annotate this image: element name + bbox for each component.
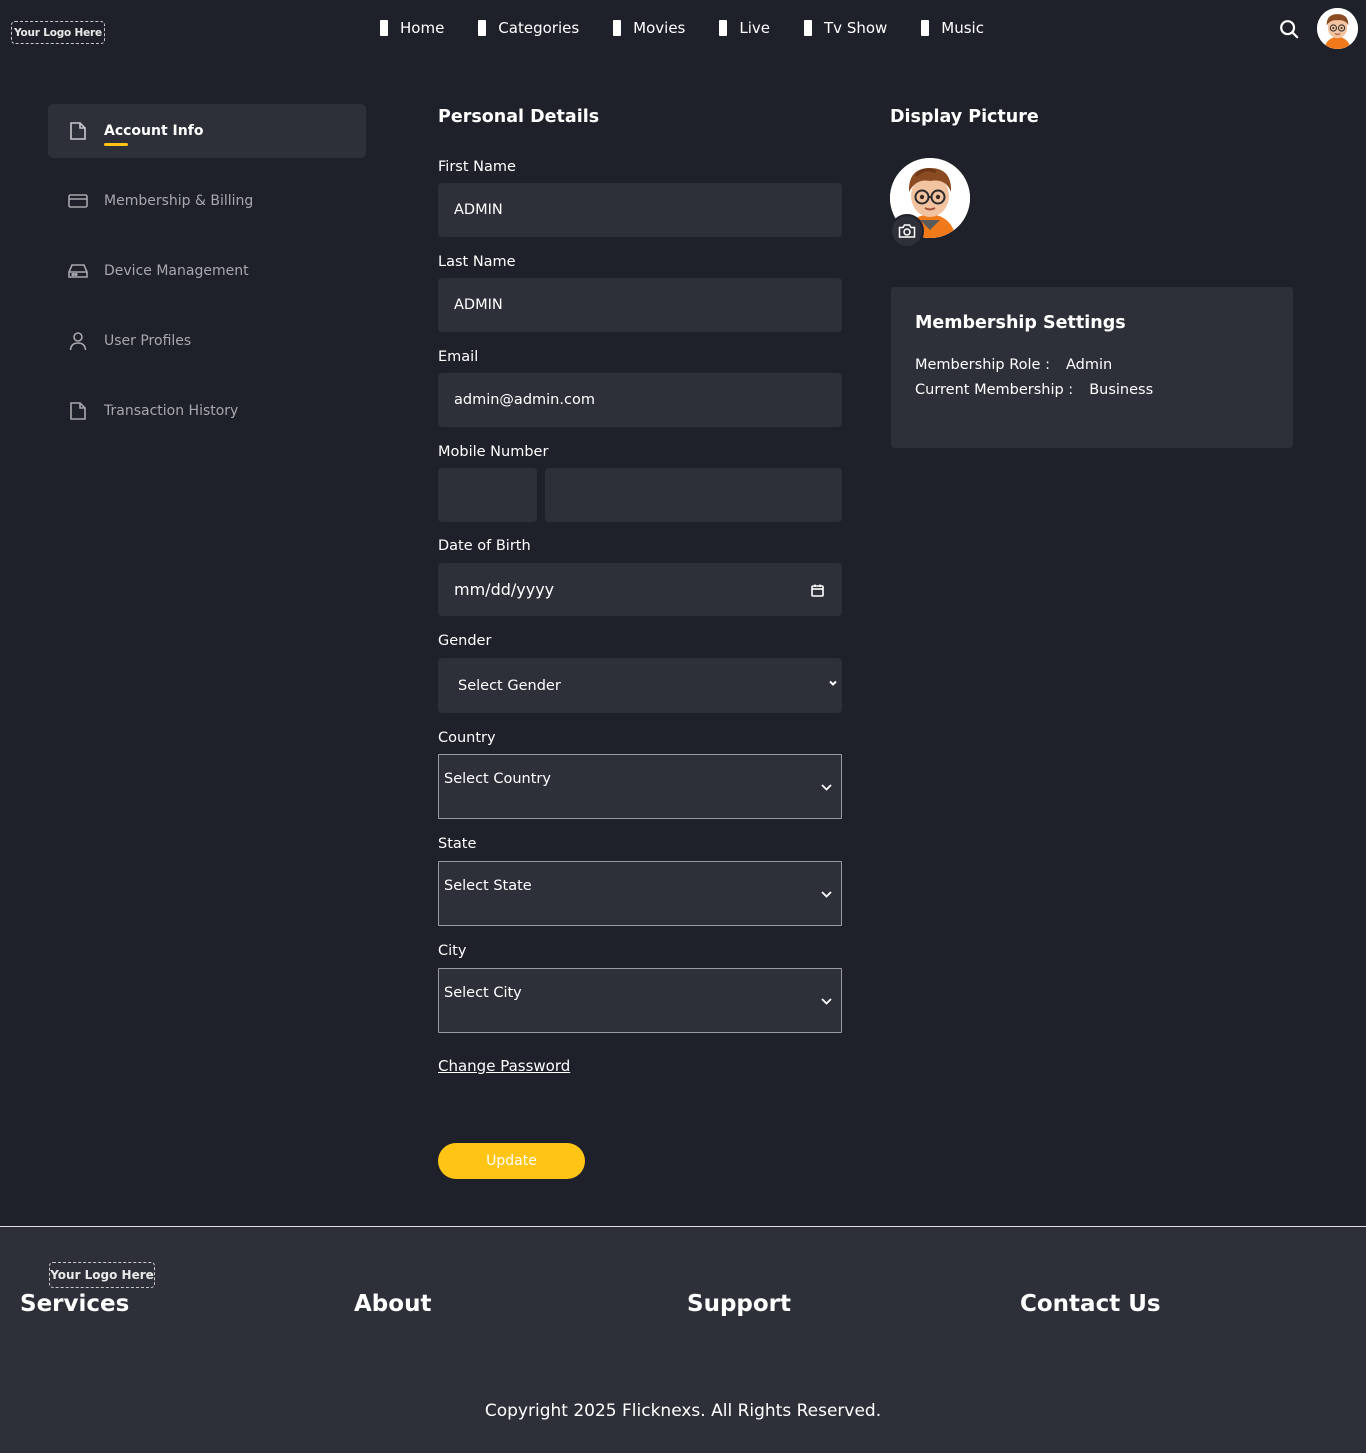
first-name-input[interactable]: ADMIN — [438, 183, 842, 237]
state-label: State — [438, 836, 477, 852]
personal-details-title: Personal Details — [438, 107, 600, 127]
nav-movies[interactable]: Movies — [613, 19, 685, 37]
nav-marker-icon — [719, 20, 728, 36]
sidebar-item-account-info[interactable]: Account Info — [48, 104, 366, 158]
sidebar-item-user-profiles[interactable]: User Profiles — [48, 314, 366, 368]
membership-settings-card: Membership Settings Membership Role : Ad… — [891, 287, 1293, 448]
chevron-down-icon — [820, 996, 833, 1006]
date-of-birth-label: Date of Birth — [438, 538, 531, 554]
chevron-down-icon — [820, 889, 833, 899]
nav-label: Home — [400, 19, 445, 37]
chevron-down-icon — [828, 678, 838, 688]
country-label: Country — [438, 730, 496, 746]
sidebar-item-label: Device Management — [104, 263, 249, 279]
hard-drive-icon — [68, 261, 88, 281]
gender-selected-value: Select Gender — [458, 677, 561, 694]
first-name-label: First Name — [438, 159, 516, 175]
nav-live[interactable]: Live — [719, 19, 770, 37]
sidebar-item-transaction-history[interactable]: Transaction History — [48, 384, 366, 438]
current-membership-row: Current Membership : Business — [915, 382, 1269, 398]
display-picture-title: Display Picture — [890, 107, 1039, 127]
footer-contact-us[interactable]: Contact Us — [1020, 1291, 1161, 1317]
main-nav: Home Categories Movies Live Tv Show Musi… — [380, 16, 1018, 40]
nav-label: Movies — [633, 19, 686, 37]
sidebar-item-label: Membership & Billing — [104, 193, 254, 209]
nav-marker-icon — [613, 20, 622, 36]
state-selected-value: Select State — [444, 878, 532, 894]
email-label: Email — [438, 349, 479, 365]
user-icon — [68, 331, 88, 351]
sidebar-item-membership-billing[interactable]: Membership & Billing — [48, 174, 366, 228]
footer-about[interactable]: About — [354, 1291, 431, 1317]
mobile-number-input[interactable] — [545, 468, 842, 522]
search-button[interactable] — [1276, 16, 1302, 42]
mobile-country-code-input[interactable] — [438, 468, 537, 522]
membership-role-label: Membership Role : — [915, 357, 1050, 373]
account-sidebar: Account Info Membership & Billing Device… — [48, 104, 366, 454]
gender-label: Gender — [438, 633, 492, 649]
change-photo-button[interactable] — [890, 214, 924, 248]
nav-label: Categories — [498, 19, 580, 37]
state-select[interactable]: Select State — [438, 861, 842, 926]
nav-home[interactable]: Home — [380, 19, 444, 37]
calendar-icon[interactable] — [811, 582, 824, 601]
sidebar-item-label: Account Info — [104, 123, 204, 146]
last-name-label: Last Name — [438, 254, 516, 270]
change-password-link[interactable]: Change Password — [438, 1057, 570, 1075]
city-select[interactable]: Select City — [438, 968, 842, 1033]
nav-music[interactable]: Music — [921, 19, 984, 37]
nav-tv-show[interactable]: Tv Show — [804, 19, 887, 37]
email-input[interactable]: admin@admin.com — [438, 373, 842, 427]
date-of-birth-input[interactable]: mm/dd/yyyy — [438, 563, 842, 616]
header-avatar[interactable] — [1317, 8, 1358, 49]
top-header: Your Logo Here Home Categories Movies Li… — [0, 0, 1366, 60]
search-icon — [1280, 20, 1299, 39]
sidebar-item-label: Transaction History — [104, 403, 239, 419]
brand-logo[interactable]: Your Logo Here — [11, 21, 105, 44]
mobile-number-label: Mobile Number — [438, 444, 549, 460]
city-selected-value: Select City — [444, 985, 522, 1001]
nav-categories[interactable]: Categories — [478, 19, 579, 37]
update-button[interactable]: Update — [438, 1143, 585, 1179]
chevron-down-icon — [820, 782, 833, 792]
nav-label: Tv Show — [824, 19, 888, 37]
membership-role-row: Membership Role : Admin — [915, 357, 1269, 373]
nav-label: Live — [739, 19, 771, 37]
footer-logo[interactable]: Your Logo Here — [49, 1262, 155, 1288]
gender-select[interactable]: Select Gender — [438, 658, 842, 713]
date-placeholder: mm/dd/yyyy — [454, 580, 555, 599]
sidebar-item-device-management[interactable]: Device Management — [48, 244, 366, 298]
city-label: City — [438, 943, 467, 959]
membership-settings-title: Membership Settings — [915, 313, 1126, 333]
nav-marker-icon — [380, 20, 388, 36]
country-select[interactable]: Select Country — [438, 754, 842, 819]
footer-services[interactable]: Services — [20, 1291, 129, 1317]
current-membership-label: Current Membership : — [915, 382, 1074, 398]
country-selected-value: Select Country — [444, 771, 551, 787]
avatar-illustration — [1317, 8, 1358, 49]
camera-icon — [898, 224, 916, 238]
nav-marker-icon — [804, 20, 813, 36]
nav-marker-icon — [478, 20, 487, 36]
site-footer: Your Logo Here Services About Support Co… — [0, 1226, 1366, 1453]
membership-role-value: Admin — [1065, 357, 1113, 373]
copyright-text: Copyright 2025 Flicknexs. All Rights Res… — [484, 1401, 882, 1421]
sidebar-item-label: User Profiles — [104, 333, 192, 349]
credit-card-icon — [68, 191, 88, 211]
footer-support[interactable]: Support — [687, 1291, 791, 1317]
current-membership-value: Business — [1089, 382, 1154, 398]
file-icon — [68, 121, 88, 141]
nav-marker-icon — [921, 20, 930, 36]
last-name-input[interactable]: ADMIN — [438, 278, 842, 332]
nav-label: Music — [941, 19, 984, 37]
file-icon — [68, 401, 88, 421]
